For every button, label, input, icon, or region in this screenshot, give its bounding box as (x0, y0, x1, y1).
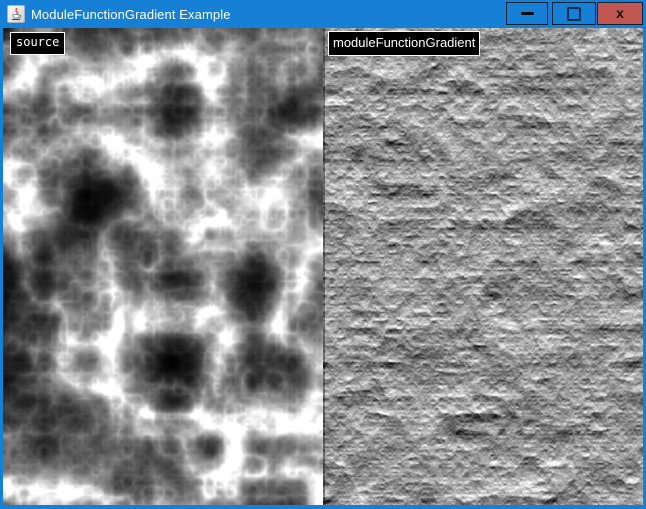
source-panel: source (3, 28, 323, 505)
source-image (3, 28, 323, 505)
source-label: source (10, 32, 65, 55)
window-title: ModuleFunctionGradient Example (31, 7, 231, 22)
window-controls: x (506, 2, 643, 25)
module-function-gradient-image (323, 28, 643, 505)
minimize-icon (521, 12, 534, 15)
app-window: ModuleFunctionGradient Example x source … (0, 0, 646, 509)
minimize-button[interactable] (506, 2, 548, 25)
titlebar[interactable]: ModuleFunctionGradient Example x (0, 0, 646, 28)
java-coffee-cup-glyph (9, 7, 23, 21)
maximize-button[interactable] (552, 2, 596, 25)
image-display-area: source moduleFunctionGradient (3, 28, 643, 505)
maximize-icon (567, 7, 581, 21)
module-function-gradient-panel: moduleFunctionGradient (323, 28, 643, 505)
java-coffee-cup-icon[interactable] (7, 5, 25, 23)
module-function-gradient-label: moduleFunctionGradient (328, 31, 480, 56)
close-icon: x (616, 6, 624, 20)
close-button[interactable]: x (597, 2, 643, 25)
